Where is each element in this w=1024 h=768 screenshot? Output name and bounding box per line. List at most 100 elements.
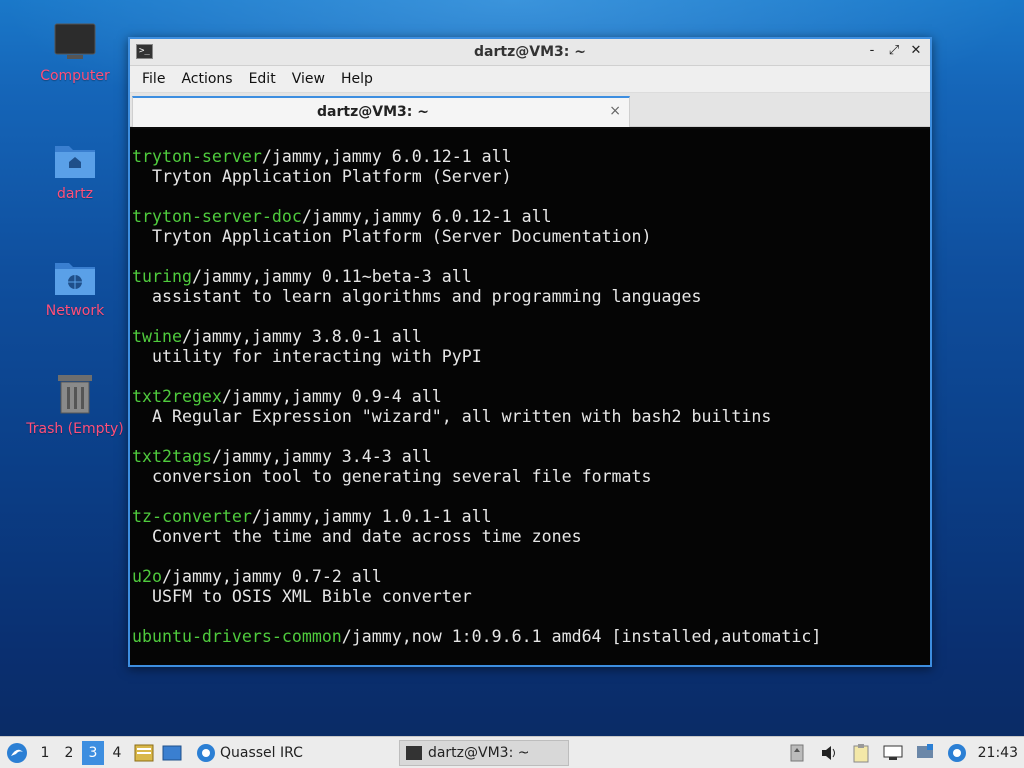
package-version: /jammy,jammy 3.4-3 all	[211, 447, 432, 466]
menu-edit[interactable]: Edit	[241, 71, 284, 87]
package-name: tz-converter	[132, 507, 252, 526]
desktop-icon-label: Computer	[40, 68, 110, 84]
network-folder-icon	[55, 263, 95, 295]
close-button[interactable]: ✕	[908, 43, 924, 59]
volume-icon	[821, 746, 835, 760]
file-manager-launcher[interactable]	[132, 741, 156, 765]
maximize-button[interactable]: ⤢	[886, 43, 902, 59]
tab-terminal[interactable]: dartz@VM3: ~ ×	[132, 96, 630, 127]
workspace-2[interactable]: 2	[58, 741, 80, 765]
package-name: tryton-server	[132, 147, 262, 166]
clipboard-icon	[853, 744, 869, 763]
package-entry: txt2regex/jammy,jammy 0.9-4 all A Regular…	[132, 387, 930, 427]
package-line: twine/jammy,jammy 3.8.0-1 all	[132, 327, 930, 347]
computer-icon	[54, 23, 96, 59]
package-description: conversion tool to generating several fi…	[152, 467, 652, 486]
desktop-icon-label: dartz	[56, 186, 94, 202]
package-description: Tryton Application Platform (Server Docu…	[152, 227, 652, 246]
window-title: dartz@VM3: ~	[474, 44, 586, 60]
file-manager-icon	[134, 744, 154, 761]
package-name: txt2regex	[132, 387, 222, 406]
package-entry: u2o/jammy,jammy 0.7-2 all USFM to OSIS XM…	[132, 567, 930, 607]
menu-actions[interactable]: Actions	[173, 71, 240, 87]
tab-label: dartz@VM3: ~	[317, 104, 429, 120]
package-version: /jammy,jammy 3.8.0-1 all	[181, 327, 422, 346]
terminal-window[interactable]: >_ dartz@VM3: ~ - ⤢ ✕ File Actions Edit …	[128, 37, 932, 667]
quassel-tray-icon	[947, 744, 966, 762]
desktop-icon-label: Network	[45, 303, 105, 319]
lubuntu-logo-icon	[7, 742, 27, 763]
home-folder-icon	[55, 146, 95, 178]
clock[interactable]: 21:43	[978, 745, 1018, 761]
system-tray: 21:43	[786, 737, 1024, 768]
tray-quassel-icon[interactable]	[946, 742, 968, 764]
tab-bar: dartz@VM3: ~ ×	[130, 93, 930, 127]
tray-notification-icon[interactable]	[914, 742, 936, 764]
task-quassel-label: Quassel IRC	[220, 744, 303, 761]
package-name: u2o	[132, 567, 162, 586]
desktop-icon-network[interactable]: Network	[15, 257, 135, 319]
package-entry: txt2tags/jammy,jammy 3.4-3 all conversion…	[132, 447, 930, 487]
minimize-button[interactable]: -	[864, 43, 880, 59]
package-entry: tryton-server/jammy,jammy 6.0.12-1 all Tr…	[132, 147, 930, 187]
taskbar: 1 2 3 4 Quassel IRC dartz@VM3: ~ 21:43	[0, 736, 1024, 768]
notification-icon	[916, 744, 933, 758]
package-entry: tz-converter/jammy,jammy 1.0.1-1 all Conv…	[132, 507, 930, 547]
package-version: /jammy,jammy 0.9-4 all	[221, 387, 442, 406]
package-description: USFM to OSIS XML Bible converter	[152, 587, 472, 606]
package-description: utility for interacting with PyPI	[152, 347, 482, 366]
package-name: ubuntu-drivers-common	[132, 627, 342, 646]
desktop-icon	[162, 745, 182, 760]
package-entry: turing/jammy,jammy 0.11~beta-3 all assist…	[132, 267, 930, 307]
tray-update-icon[interactable]	[786, 742, 808, 764]
window-titlebar[interactable]: >_ dartz@VM3: ~ - ⤢ ✕	[130, 39, 930, 66]
tray-volume-icon[interactable]	[818, 742, 840, 764]
task-quassel[interactable]: Quassel IRC	[190, 740, 309, 766]
package-name: txt2tags	[132, 447, 212, 466]
package-line: u2o/jammy,jammy 0.7-2 all	[132, 567, 930, 587]
package-name: tryton-server-doc	[132, 207, 302, 226]
start-menu-button[interactable]	[2, 738, 32, 768]
tray-clipboard-icon[interactable]	[850, 742, 872, 764]
package-version: /jammy,now 1:0.9.6.1 amd64 [installed,au…	[341, 627, 822, 646]
package-version: /jammy,jammy 0.11~beta-3 all	[191, 267, 472, 286]
workspace-1[interactable]: 1	[34, 741, 56, 765]
tab-close-icon[interactable]: ×	[609, 103, 621, 119]
workspace-4[interactable]: 4	[106, 741, 128, 765]
package-entry: twine/jammy,jammy 3.8.0-1 all utility for…	[132, 327, 930, 367]
package-version: /jammy,jammy 1.0.1-1 all	[251, 507, 492, 526]
package-line: ubuntu-drivers-common/jammy,now 1:0.9.6.…	[132, 627, 930, 647]
task-terminal[interactable]: dartz@VM3: ~	[398, 739, 569, 766]
show-desktop-button[interactable]	[160, 741, 184, 765]
task-terminal-icon	[405, 745, 422, 760]
package-entry: ubuntu-drivers-common/jammy,now 1:0.9.6.…	[132, 627, 930, 647]
package-version: /jammy,jammy 6.0.12-1 all	[261, 147, 512, 166]
package-name: turing	[132, 267, 192, 286]
desktop-icon-home[interactable]: dartz	[15, 140, 135, 202]
desktop-icon-computer[interactable]: Computer	[15, 22, 135, 84]
package-version: /jammy,jammy 0.7-2 all	[161, 567, 382, 586]
task-terminal-label: dartz@VM3: ~	[427, 744, 530, 761]
package-description: Convert the time and date across time zo…	[152, 527, 582, 546]
menu-view[interactable]: View	[284, 71, 333, 87]
package-name: twine	[132, 327, 182, 346]
menu-help[interactable]: Help	[333, 71, 381, 87]
tray-network-icon[interactable]	[882, 742, 904, 764]
quassel-icon	[197, 743, 215, 762]
desktop-icon-label: Trash (Empty)	[26, 421, 124, 437]
package-entry: tryton-server-doc/jammy,jammy 6.0.12-1 a…	[132, 207, 930, 247]
terminal-app-icon: >_	[136, 44, 153, 59]
package-description: A Regular Expression "wizard", all writt…	[152, 407, 772, 426]
terminal-output[interactable]: tryton-server/jammy,jammy 6.0.12-1 all Tr…	[130, 129, 930, 665]
update-icon	[790, 744, 804, 762]
network-icon	[883, 745, 903, 760]
package-line: tryton-server/jammy,jammy 6.0.12-1 all	[132, 147, 930, 167]
package-line: txt2regex/jammy,jammy 0.9-4 all	[132, 387, 930, 407]
workspace-3[interactable]: 3	[82, 740, 104, 765]
window-controls: - ⤢ ✕	[864, 43, 924, 59]
menu-file[interactable]: File	[134, 71, 173, 87]
package-line: txt2tags/jammy,jammy 3.4-3 all	[132, 447, 930, 467]
desktop-icon-trash[interactable]: Trash (Empty)	[15, 373, 135, 437]
package-description: assistant to learn algorithms and progra…	[152, 287, 702, 306]
package-line: tz-converter/jammy,jammy 1.0.1-1 all	[132, 507, 930, 527]
